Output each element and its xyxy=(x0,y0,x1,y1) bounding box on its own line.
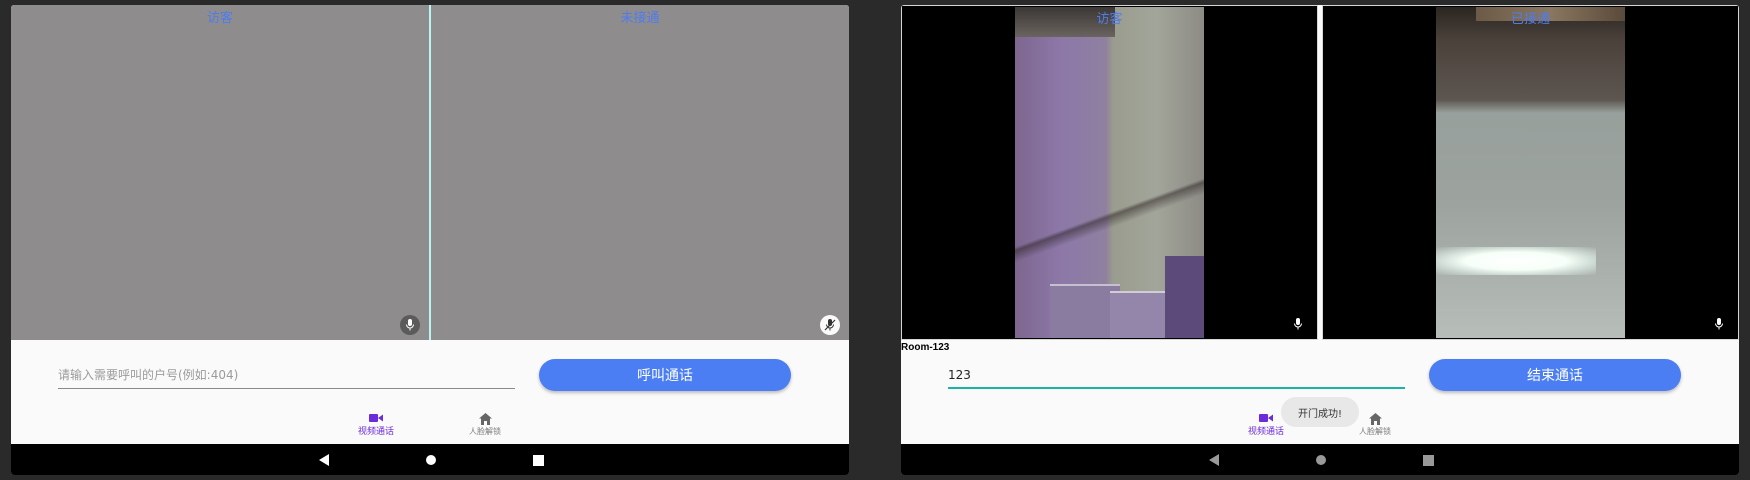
room-number-input[interactable]: 请输入需要呼叫的户号(例如:404) xyxy=(58,363,515,389)
feed-object xyxy=(1110,291,1170,338)
nav-label-face-unlock: 人脸解锁 xyxy=(1359,427,1391,436)
home-button-icon[interactable] xyxy=(423,452,439,468)
nav-item-video-call[interactable]: 视频通话 xyxy=(336,413,416,437)
feed-object xyxy=(1165,256,1204,338)
pane-label-status: 已接通 xyxy=(1510,12,1550,27)
bottom-navigation: 视频通话 人脸解锁 xyxy=(11,410,849,443)
room-number-input[interactable]: 123 xyxy=(948,363,1405,389)
mic-muted-icon[interactable] xyxy=(820,315,840,335)
pane-label-visitor: 访客 xyxy=(1096,12,1123,27)
local-video-pane: 访客 xyxy=(901,5,1318,340)
video-camera-icon xyxy=(1259,414,1273,422)
system-navigation-bar xyxy=(11,444,849,475)
home-button-icon[interactable] xyxy=(1313,452,1329,468)
nav-item-face-unlock[interactable]: 人脸解锁 xyxy=(445,413,525,437)
mic-icon[interactable] xyxy=(1709,314,1729,334)
local-video-pane: 访客 xyxy=(11,5,429,340)
system-navigation-bar xyxy=(901,444,1739,475)
feed-light xyxy=(1436,247,1596,275)
back-icon[interactable] xyxy=(316,452,332,468)
pane-label-status: 未接通 xyxy=(620,11,660,26)
recents-icon[interactable] xyxy=(1420,452,1436,468)
back-icon[interactable] xyxy=(1206,452,1222,468)
remote-video-pane: 未接通 xyxy=(431,5,849,340)
tablet-screen-left: 访客 未接通 请输入需要呼叫的户号(例如:404) 呼叫通话 视频通话 人脸解锁 xyxy=(11,5,849,475)
remote-camera-feed xyxy=(1436,7,1625,338)
pane-label-visitor: 访客 xyxy=(206,11,233,26)
home-icon xyxy=(1368,413,1382,425)
local-camera-feed xyxy=(1015,7,1204,338)
nav-label-video-call: 视频通话 xyxy=(357,427,394,437)
home-icon xyxy=(478,413,492,425)
room-label: Room-123 xyxy=(901,342,950,353)
tablet-screen-right: 访客 已接通 Room-123 123 结束通话 视频通话 人脸解锁 开门成功! xyxy=(901,5,1739,475)
video-area: 访客 已接通 xyxy=(901,5,1739,340)
video-camera-icon xyxy=(369,414,383,422)
call-button[interactable]: 呼叫通话 xyxy=(539,359,791,391)
end-call-button[interactable]: 结束通话 xyxy=(1429,359,1681,391)
remote-video-pane: 已接通 xyxy=(1322,5,1739,340)
nav-label-face-unlock: 人脸解锁 xyxy=(469,427,501,436)
video-area: 访客 未接通 xyxy=(11,5,849,340)
nav-label-video-call: 视频通话 xyxy=(1247,427,1284,437)
mic-icon[interactable] xyxy=(1288,314,1308,334)
recents-icon[interactable] xyxy=(530,452,546,468)
toast-message: 开门成功! xyxy=(1281,397,1359,427)
mic-icon[interactable] xyxy=(400,315,420,335)
